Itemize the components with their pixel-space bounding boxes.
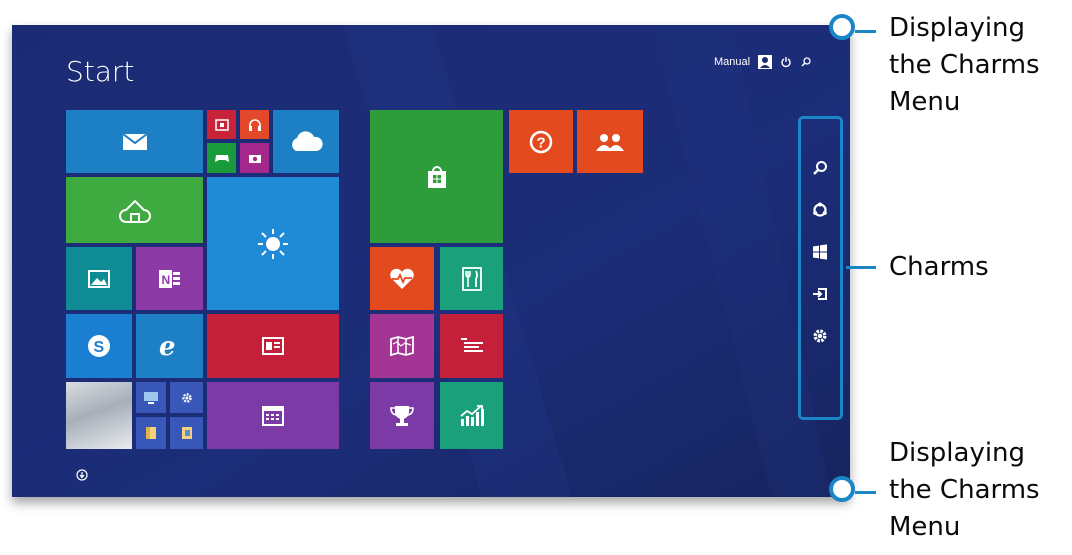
tile-games[interactable]: [207, 143, 236, 173]
top-callout-line: [855, 30, 876, 33]
tile-calendar[interactable]: [207, 382, 339, 449]
top-callout-label: Displaying the Charms Menu: [889, 10, 1040, 121]
tile-sports[interactable]: [370, 382, 434, 449]
tile-desktop[interactable]: [66, 382, 132, 449]
page-title: Start: [66, 55, 135, 88]
tile-video[interactable]: [207, 110, 236, 139]
tile-health[interactable]: [370, 247, 434, 310]
tile-store[interactable]: [370, 110, 503, 243]
fork-knife-icon: [461, 266, 482, 291]
tile-food[interactable]: [440, 247, 503, 310]
heart-rate-icon: [390, 268, 414, 289]
top-callout-line-1: Displaying: [889, 13, 1026, 43]
onenote-icon: N: [158, 269, 180, 288]
tile-help[interactable]: ?: [509, 110, 573, 173]
trophy-icon: [390, 405, 414, 426]
tile-people[interactable]: [577, 110, 643, 173]
video-icon: [214, 118, 229, 131]
tile-reading-list[interactable]: [440, 314, 503, 378]
gamepad-icon: [214, 155, 229, 162]
tile-computer[interactable]: [136, 382, 166, 413]
bottom-callout-line-2: the Charms: [889, 475, 1040, 505]
charms-callout-line: [846, 266, 876, 269]
tile-finance[interactable]: [440, 382, 503, 449]
folder-doc-icon: [181, 427, 192, 439]
all-apps-arrow-icon[interactable]: [76, 469, 88, 481]
search-icon[interactable]: [800, 56, 812, 68]
top-right-corner-indicator: [829, 14, 855, 40]
chart-icon: [459, 404, 484, 426]
top-callout-line-2: the Charms: [889, 50, 1040, 80]
tile-mail[interactable]: [66, 110, 203, 173]
tile-news[interactable]: [207, 314, 339, 378]
tile-onenote[interactable]: N: [136, 247, 203, 310]
list-icon: [460, 338, 483, 352]
tile-settings[interactable]: [170, 382, 203, 413]
people-icon: [596, 133, 624, 151]
power-icon[interactable]: [780, 56, 792, 68]
bottom-callout-line-1: Displaying: [889, 438, 1026, 468]
bottom-callout-label: Displaying the Charms Menu: [889, 435, 1040, 546]
tile-onedrive[interactable]: [273, 110, 339, 173]
folder-icon: [146, 427, 156, 439]
tile-weather[interactable]: [207, 177, 339, 310]
charms-callout-label: Charms: [889, 252, 989, 282]
bottom-callout-line-3: Menu: [889, 512, 961, 542]
home-cloud-icon: [118, 199, 151, 223]
svg-text:?: ?: [537, 134, 546, 151]
svg-text:S: S: [94, 339, 105, 356]
tile-photos[interactable]: [66, 247, 132, 310]
question-icon: ?: [529, 130, 553, 153]
charms-highlight-frame: [798, 116, 843, 420]
user-name[interactable]: Manual: [714, 56, 750, 68]
tile-skype[interactable]: S: [66, 314, 132, 378]
picture-icon: [88, 269, 110, 288]
headphones-icon: [248, 118, 261, 131]
svg-text:N: N: [161, 273, 170, 287]
bottom-right-corner-indicator: [829, 476, 855, 502]
shopping-bag-icon: [427, 165, 446, 188]
tile-camera[interactable]: [240, 143, 269, 173]
tile-music[interactable]: [240, 110, 269, 139]
bottom-callout-line: [855, 491, 876, 494]
calendar-icon: [262, 405, 284, 426]
cloud-icon: [292, 130, 323, 151]
svg-text:e: e: [159, 333, 176, 359]
ie-icon: e: [159, 333, 176, 359]
mail-icon: [121, 132, 148, 150]
tile-file-explorer[interactable]: [136, 417, 166, 449]
camera-icon: [248, 155, 261, 163]
tile-documents[interactable]: [170, 417, 203, 449]
gear-icon: [181, 392, 192, 403]
computer-icon: [144, 391, 158, 404]
user-area: Manual: [714, 55, 812, 69]
top-callout-line-3: Menu: [889, 87, 961, 117]
user-avatar-icon[interactable]: [758, 55, 773, 69]
tile-internet-explorer[interactable]: e: [136, 314, 203, 378]
map-icon: [390, 336, 414, 356]
news-icon: [262, 337, 284, 355]
skype-icon: S: [88, 335, 110, 357]
start-screen: Start Manual N S e ?: [12, 25, 850, 497]
tile-home[interactable]: [66, 177, 203, 243]
sun-icon: [258, 228, 288, 259]
tile-maps[interactable]: [370, 314, 434, 378]
